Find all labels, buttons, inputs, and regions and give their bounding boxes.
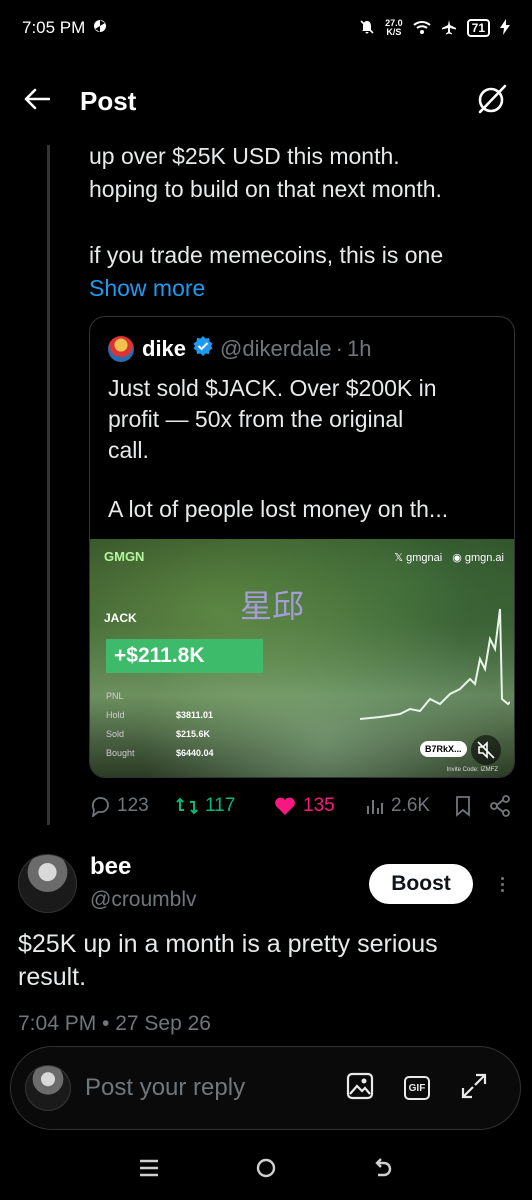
post-text-line: up over $25K USD this month. — [89, 143, 400, 169]
post-text-line: if you trade memecoins, this is one — [89, 242, 444, 268]
brand-site-text: gmgn.ai — [464, 552, 504, 564]
share-button[interactable] — [489, 795, 511, 817]
reply-input[interactable] — [85, 1074, 305, 1102]
reply-author-name[interactable]: bee — [90, 853, 131, 881]
site-brand: ◉ gmgn.ai — [452, 552, 504, 564]
like-button[interactable]: 135 — [273, 795, 365, 817]
views-count: 2.6K — [391, 795, 431, 816]
price-chart-graphic — [360, 608, 510, 720]
reply-author-handle: @croumblv — [90, 888, 197, 911]
net-speed-unit: K/S — [386, 27, 402, 37]
quote-text-line: A lot of people lost money on th... — [108, 496, 449, 522]
pinwheel-icon — [93, 18, 107, 38]
stat-row: PNL — [106, 687, 214, 706]
image-icon[interactable] — [346, 1072, 374, 1105]
bookmark-button[interactable] — [453, 795, 489, 817]
verified-badge-icon — [192, 335, 214, 363]
quote-time: 1h — [346, 336, 372, 361]
stat-value: $215.6K — [176, 729, 211, 739]
post-action-bar: 123 117 135 2.6K — [89, 792, 515, 820]
menu-nav-icon[interactable] — [138, 1158, 160, 1183]
wallet-pill: B7RkX... — [420, 741, 467, 757]
quote-text-line: profit — 50x from the original — [108, 406, 404, 432]
stat-value: $6440.04 — [176, 748, 214, 758]
quote-text-line: call. — [108, 437, 149, 463]
reply-composer: GIF — [10, 1046, 521, 1130]
stat-label: Hold — [106, 710, 125, 720]
repost-count: 117 — [205, 795, 236, 816]
stat-row: Hold $3811.01 — [106, 706, 214, 725]
quote-avatar[interactable] — [108, 336, 134, 362]
status-time: 7:05 PM — [22, 18, 86, 37]
quote-header: dike @dikerdale · 1h — [90, 317, 514, 363]
pnl-value: +$211.8K — [106, 639, 263, 673]
bookmark-icon — [456, 796, 470, 817]
overlay-watermark-text: 星邱 — [240, 588, 305, 624]
quote-text: Just sold $JACK. Over $200K in profit — … — [90, 363, 514, 525]
composer-avatar — [25, 1065, 71, 1111]
back-arrow-icon[interactable] — [24, 88, 51, 115]
brand-x-text: gmgnai — [406, 552, 443, 564]
stat-row: Sold $215.6K — [106, 725, 214, 744]
reply-button[interactable]: 123 — [89, 795, 175, 817]
status-bar: 7:05 PM 27.0 K/S 71 — [0, 0, 532, 56]
charging-bolt-icon — [500, 18, 510, 38]
repost-icon — [176, 797, 198, 815]
gmgn-logo: GMGN — [104, 549, 145, 564]
x-brand: 𝕏 gmgnai — [394, 552, 443, 564]
views-chart-icon — [367, 800, 383, 814]
back-nav-icon[interactable] — [372, 1157, 394, 1184]
more-options-icon[interactable] — [492, 870, 512, 898]
like-count: 135 — [303, 795, 335, 816]
quote-media-image[interactable]: GMGN 𝕏 gmgnai ◉ gmgn.ai 星邱 JACK +$211.8K… — [90, 539, 514, 777]
expand-icon[interactable] — [460, 1072, 488, 1105]
speaker-muted-icon — [477, 741, 495, 759]
composer-icons: GIF — [346, 1072, 488, 1105]
reply-body: $25K up in a month is a pretty serious r… — [18, 928, 518, 994]
post-text-line: hoping to build on that next month. — [89, 176, 442, 202]
invite-code: Invite Code: IZMFZ — [446, 767, 498, 773]
separator-dot: · — [335, 336, 343, 361]
reply-count: 123 — [117, 795, 149, 816]
battery-indicator: 71 — [466, 19, 490, 37]
mute-bell-icon — [359, 19, 375, 38]
reply-icon — [91, 797, 109, 817]
reply-timestamp: 7:04 PM • 27 Sep 26 — [18, 1012, 211, 1035]
heart-filled-icon — [275, 797, 295, 815]
mute-button[interactable] — [471, 735, 501, 765]
wifi-icon — [412, 20, 431, 37]
views-button[interactable]: 2.6K — [365, 795, 453, 817]
quoted-post[interactable]: dike @dikerdale · 1h Just sold $JACK. Ov… — [89, 316, 515, 778]
image-brand: 𝕏 gmgnai ◉ gmgn.ai — [394, 551, 504, 564]
show-more-link[interactable]: Show more — [89, 272, 509, 305]
reply-avatar[interactable] — [18, 854, 77, 913]
share-icon — [490, 795, 510, 817]
stat-label: PNL — [106, 691, 124, 701]
repost-button[interactable]: 117 — [175, 795, 273, 817]
stat-row: Bought $6440.04 — [106, 744, 214, 763]
post-body: up over $25K USD this month. hoping to b… — [89, 140, 509, 305]
network-speed: 27.0 K/S — [385, 19, 403, 37]
quote-text-line: Just sold $JACK. Over $200K in — [108, 375, 437, 401]
reply-text-line: $25K up in a month is a pretty serious — [18, 930, 438, 958]
stat-label: Sold — [106, 729, 125, 739]
page-title: Post — [80, 85, 137, 116]
thread-line — [47, 145, 50, 825]
token-name: JACK — [104, 611, 137, 625]
system-nav-bar — [0, 1140, 532, 1200]
gif-icon[interactable]: GIF — [404, 1076, 430, 1100]
boost-button[interactable]: Boost — [369, 864, 473, 904]
stat-value: $3811.01 — [176, 710, 214, 720]
top-header: Post — [0, 72, 532, 130]
home-nav-icon[interactable] — [255, 1157, 277, 1184]
stat-label: Bought — [106, 748, 135, 758]
quote-author-handle: @dikerdale — [220, 336, 332, 361]
reply-text-line: result. — [18, 963, 87, 991]
quote-author-name[interactable]: dike — [142, 336, 186, 362]
pnl-stats: PNL Hold $3811.01 Sold $215.6K Bought $6440… — [106, 687, 214, 763]
grok-icon[interactable] — [476, 83, 508, 120]
airplane-icon — [441, 19, 457, 38]
